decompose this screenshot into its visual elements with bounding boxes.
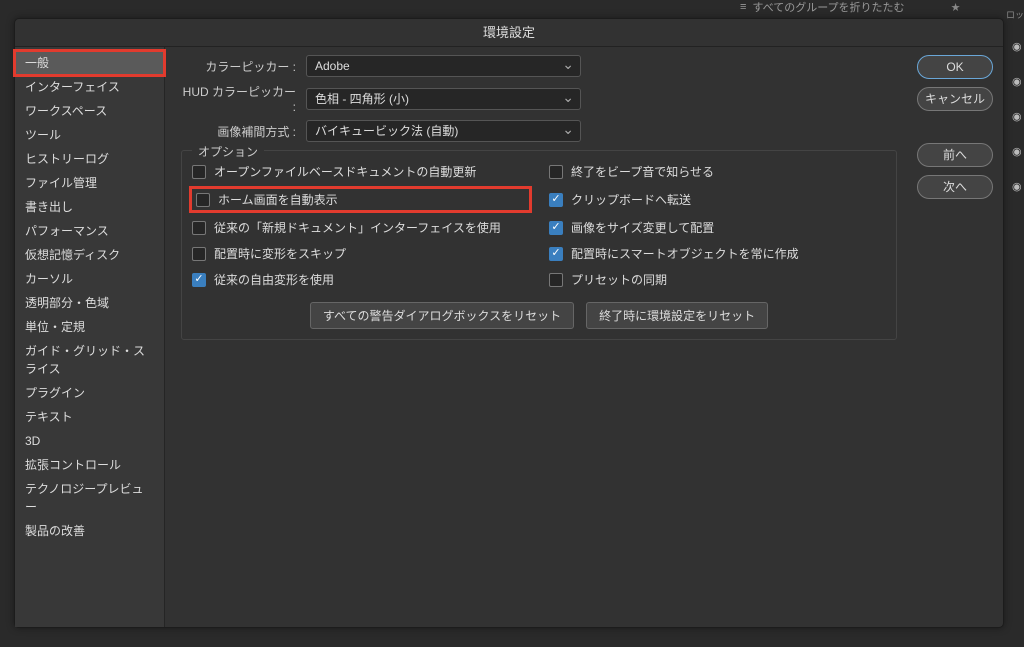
sidebar-item-export[interactable]: 書き出し [15,195,164,219]
preferences-sidebar: 一般 インターフェイス ワークスペース ツール ヒストリーログ ファイル管理 書… [15,47,165,627]
checkbox-icon [192,273,206,287]
checkbox-label: 従来の「新規ドキュメント」インターフェイスを使用 [214,219,501,236]
dialog-buttons-column: OK キャンセル 前へ 次へ [913,47,1003,627]
sidebar-item-workspace[interactable]: ワークスペース [15,99,164,123]
sidebar-item-general[interactable]: 一般 [15,51,164,75]
checkbox-always-create-smart-object[interactable]: 配置時にスマートオブジェクトを常に作成 [549,245,886,262]
checkbox-preset-sync[interactable]: プリセットの同期 [549,271,886,288]
eye-icon[interactable]: ◉ [1012,180,1022,193]
checkbox-icon [549,247,563,261]
checkbox-label: 配置時にスマートオブジェクトを常に作成 [571,245,799,262]
checkbox-skip-transform-on-place[interactable]: 配置時に変形をスキップ [192,245,529,262]
highlight-home-screen: ホーム画面を自動表示 [192,189,529,210]
color-picker-label: カラーピッカー : [181,58,296,75]
star-icon: ★ [951,1,961,14]
sidebar-item-type[interactable]: テキスト [15,405,164,429]
sidebar-item-product-improvement[interactable]: 製品の改善 [15,519,164,543]
color-picker-select[interactable]: Adobe [306,55,581,77]
checkbox-beep-on-done[interactable]: 終了をビープ音で知らせる [549,163,886,180]
eye-icon[interactable]: ◉ [1012,40,1022,53]
interpolation-select[interactable]: バイキュービック法 (自動) [306,120,581,142]
checkbox-icon [549,221,563,235]
checkbox-label: 配置時に変形をスキップ [214,245,346,262]
cancel-button[interactable]: キャンセル [917,87,993,111]
dialog-title: 環境設定 [15,19,1003,47]
checkbox-icon [549,193,563,207]
eye-icon[interactable]: ◉ [1012,75,1022,88]
sidebar-item-cursors[interactable]: カーソル [15,267,164,291]
preferences-dialog: 環境設定 一般 インターフェイス ワークスペース ツール ヒストリーログ ファイ… [14,18,1004,628]
checkbox-resize-on-place[interactable]: 画像をサイズ変更して配置 [549,219,886,236]
checkbox-icon [192,221,206,235]
sidebar-item-tech-preview[interactable]: テクノロジープレビュー [15,477,164,519]
prev-button[interactable]: 前へ [917,143,993,167]
eye-icon[interactable]: ◉ [1012,110,1022,123]
hud-picker-label: HUD カラーピッカー : [181,83,296,114]
hud-picker-select[interactable]: 色相 - 四角形 (小) [306,88,581,110]
layer-visibility-strip: ◉ ◉ ◉ ◉ ◉ [1012,40,1022,193]
panel-option-collapse: ≡ すべてのグループを折りたたむ ★ [740,0,1020,16]
checkbox-icon [549,165,563,179]
options-fieldset: オプション オープンファイルベースドキュメントの自動更新 終了をビープ音で知らせ… [181,150,897,340]
checkbox-icon [549,273,563,287]
checkbox-icon [192,247,206,261]
hamburger-icon: ≡ [740,1,746,13]
checkbox-auto-show-home[interactable]: ホーム画面を自動表示 [196,191,338,208]
sidebar-item-scratch-disks[interactable]: 仮想記憶ディスク [15,243,164,267]
sidebar-item-history-log[interactable]: ヒストリーログ [15,147,164,171]
checkbox-label: オープンファイルベースドキュメントの自動更新 [214,163,476,180]
sidebar-item-plugins[interactable]: プラグイン [15,381,164,405]
sidebar-item-file-handling[interactable]: ファイル管理 [15,171,164,195]
checkbox-label: 終了をビープ音で知らせる [571,163,714,180]
sidebar-item-interface[interactable]: インターフェイス [15,75,164,99]
sidebar-item-units-rulers[interactable]: 単位・定規 [15,315,164,339]
sidebar-item-transparency-gamut[interactable]: 透明部分・色域 [15,291,164,315]
options-legend: オプション [192,143,264,160]
checkbox-label: ホーム画面を自動表示 [218,191,338,208]
sidebar-item-guides-grid-slices[interactable]: ガイド・グリッド・スライス [15,339,164,381]
checkbox-label: プリセットの同期 [571,271,667,288]
preferences-content: カラーピッカー : Adobe HUD カラーピッカー : 色相 - 四角形 (… [165,47,913,627]
next-button[interactable]: 次へ [917,175,993,199]
sidebar-item-enhanced-controls[interactable]: 拡張コントロール [15,453,164,477]
checkbox-auto-update-open-docs[interactable]: オープンファイルベースドキュメントの自動更新 [192,163,529,180]
checkbox-legacy-free-transform[interactable]: 従来の自由変形を使用 [192,271,529,288]
checkbox-icon [196,193,210,207]
collapse-groups-label: すべてのグループを折りたたむ [752,0,904,15]
checkbox-label: 画像をサイズ変更して配置 [571,219,714,236]
sidebar-item-tools[interactable]: ツール [15,123,164,147]
checkbox-label: クリップボードへ転送 [571,191,691,208]
checkbox-icon [192,165,206,179]
sidebar-item-3d[interactable]: 3D [15,429,164,453]
sidebar-item-performance[interactable]: パフォーマンス [15,219,164,243]
checkbox-export-clipboard[interactable]: クリップボードへ転送 [549,189,886,210]
interpolation-label: 画像補間方式 : [181,123,296,140]
checkbox-label: 従来の自由変形を使用 [214,271,334,288]
reset-prefs-on-quit-button[interactable]: 終了時に環境設定をリセット [586,302,768,329]
reset-all-warnings-button[interactable]: すべての警告ダイアログボックスをリセット [310,302,574,329]
panel-side-label: ロッ [1006,8,1024,21]
eye-icon[interactable]: ◉ [1012,145,1022,158]
ok-button[interactable]: OK [917,55,993,79]
checkbox-legacy-new-doc[interactable]: 従来の「新規ドキュメント」インターフェイスを使用 [192,219,529,236]
